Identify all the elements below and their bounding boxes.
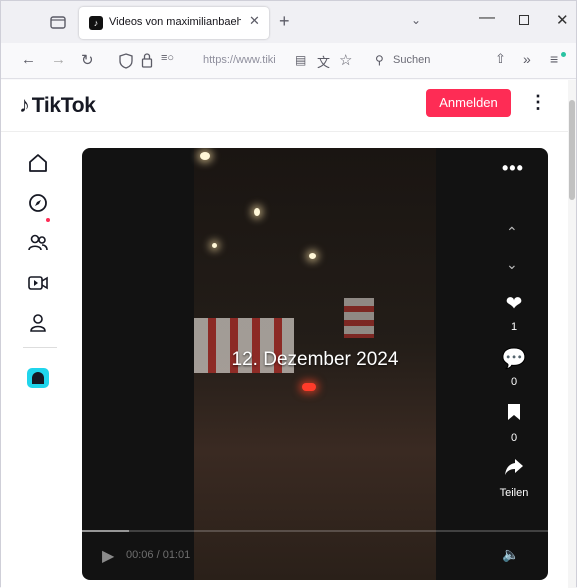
date-overlay: 12. Dezember 2024 bbox=[231, 349, 399, 370]
lock-icon[interactable] bbox=[141, 52, 153, 68]
bookmark-star-icon[interactable]: ☆ bbox=[339, 51, 352, 69]
light-glare bbox=[200, 152, 210, 160]
creator-tools-icon[interactable] bbox=[27, 368, 49, 388]
video-more-icon[interactable]: ••• bbox=[502, 158, 524, 179]
comment-count: 0 bbox=[510, 376, 518, 388]
login-button[interactable]: Anmelden bbox=[426, 89, 511, 117]
profile-icon[interactable] bbox=[27, 312, 49, 334]
tab-strip: ♪ Videos von maximilianbaehring ✕ + ⌄ — … bbox=[1, 1, 576, 43]
maximize-button[interactable] bbox=[519, 15, 529, 25]
progress-fill bbox=[82, 530, 129, 532]
construction-barrier bbox=[344, 298, 374, 338]
light-glare bbox=[309, 253, 316, 259]
translate-icon[interactable]: 文 bbox=[317, 52, 330, 71]
close-window-button[interactable]: ✕ bbox=[556, 11, 569, 29]
light-glare bbox=[212, 243, 217, 248]
comment-icon: 💬 bbox=[501, 348, 527, 370]
reload-icon[interactable]: ↻ bbox=[81, 51, 94, 69]
shield-icon[interactable] bbox=[119, 53, 133, 69]
tail-light bbox=[302, 383, 316, 391]
search-input[interactable]: ⚲ Suchen bbox=[367, 50, 471, 72]
previous-video-icon[interactable]: ⌃ bbox=[506, 224, 518, 241]
bookmark-icon bbox=[496, 403, 532, 426]
like-button[interactable]: ❤ 1 bbox=[496, 293, 532, 333]
light-glare bbox=[254, 208, 260, 216]
url-text: https://www.tiki bbox=[203, 54, 276, 66]
extensions-icon[interactable]: ⇧ bbox=[495, 51, 506, 67]
home-icon[interactable] bbox=[27, 152, 49, 174]
live-icon[interactable] bbox=[27, 272, 49, 294]
back-icon[interactable]: ← bbox=[21, 51, 36, 68]
app-menu-icon[interactable]: ≡ bbox=[550, 51, 558, 67]
tiktok-note-icon: ♪ bbox=[19, 92, 30, 117]
bookmark-button[interactable]: 0 bbox=[496, 403, 532, 444]
tiktok-logo[interactable]: ♪TikTok bbox=[19, 92, 96, 118]
search-placeholder: Suchen bbox=[393, 54, 431, 66]
more-options-icon[interactable]: ⋮ bbox=[529, 92, 547, 113]
comment-button[interactable]: 💬 0 bbox=[496, 348, 532, 388]
progress-bar[interactable] bbox=[82, 530, 548, 532]
explore-icon[interactable] bbox=[27, 192, 49, 214]
side-nav bbox=[1, 132, 73, 588]
following-icon[interactable] bbox=[27, 232, 49, 254]
permissions-icon[interactable]: ≡○ bbox=[161, 52, 174, 64]
minimize-button[interactable]: — bbox=[479, 9, 495, 27]
share-button[interactable]: Teilen bbox=[490, 458, 538, 499]
overflow-menu-icon[interactable]: » bbox=[523, 51, 531, 67]
reader-view-icon[interactable]: ▤ bbox=[295, 53, 306, 67]
play-icon[interactable]: ▶ bbox=[102, 546, 114, 566]
tab-title: Videos von maximilianbaehring bbox=[109, 16, 241, 28]
sidenav-divider bbox=[23, 347, 57, 348]
logo-text: TikTok bbox=[31, 94, 96, 117]
tab-close-icon[interactable]: ✕ bbox=[249, 13, 260, 29]
scrollbar[interactable] bbox=[568, 80, 576, 588]
scroll-thumb[interactable] bbox=[569, 100, 575, 200]
bookmark-count: 0 bbox=[510, 432, 518, 444]
nav-bar: ← → ↻ ≡○ https://www.tiki ▤ 文 ☆ ⚲ Suchen… bbox=[1, 43, 576, 79]
forward-icon[interactable]: → bbox=[51, 51, 66, 68]
chevron-down-icon[interactable]: ⌄ bbox=[411, 13, 421, 27]
share-icon bbox=[490, 458, 538, 481]
new-tab-button[interactable]: + bbox=[279, 11, 290, 32]
time-display: 00:06 / 01:01 bbox=[126, 549, 191, 561]
active-tab[interactable]: ♪ Videos von maximilianbaehring ✕ bbox=[79, 7, 269, 39]
heart-icon: ❤ bbox=[505, 293, 523, 315]
volume-icon[interactable]: 🔈 bbox=[502, 546, 519, 563]
tab-list-icon[interactable] bbox=[49, 14, 67, 30]
share-label: Teilen bbox=[499, 487, 529, 499]
like-count: 1 bbox=[510, 321, 518, 333]
browser-window: ♪ Videos von maximilianbaehring ✕ + ⌄ — … bbox=[0, 0, 577, 588]
tiktok-header: ♪TikTok Anmelden ⋮ bbox=[1, 80, 568, 132]
search-icon: ⚲ bbox=[375, 53, 384, 67]
update-badge bbox=[561, 52, 566, 57]
page-content: ♪TikTok Anmelden ⋮ 12. Dezember 2024 •••… bbox=[1, 80, 568, 588]
tiktok-favicon-icon: ♪ bbox=[89, 16, 103, 30]
notification-dot bbox=[46, 218, 50, 222]
next-video-icon[interactable]: ⌄ bbox=[506, 256, 518, 273]
video-player[interactable]: 12. Dezember 2024 ••• ⌃ ⌄ ❤ 1 💬 0 0 Teil… bbox=[82, 148, 548, 580]
